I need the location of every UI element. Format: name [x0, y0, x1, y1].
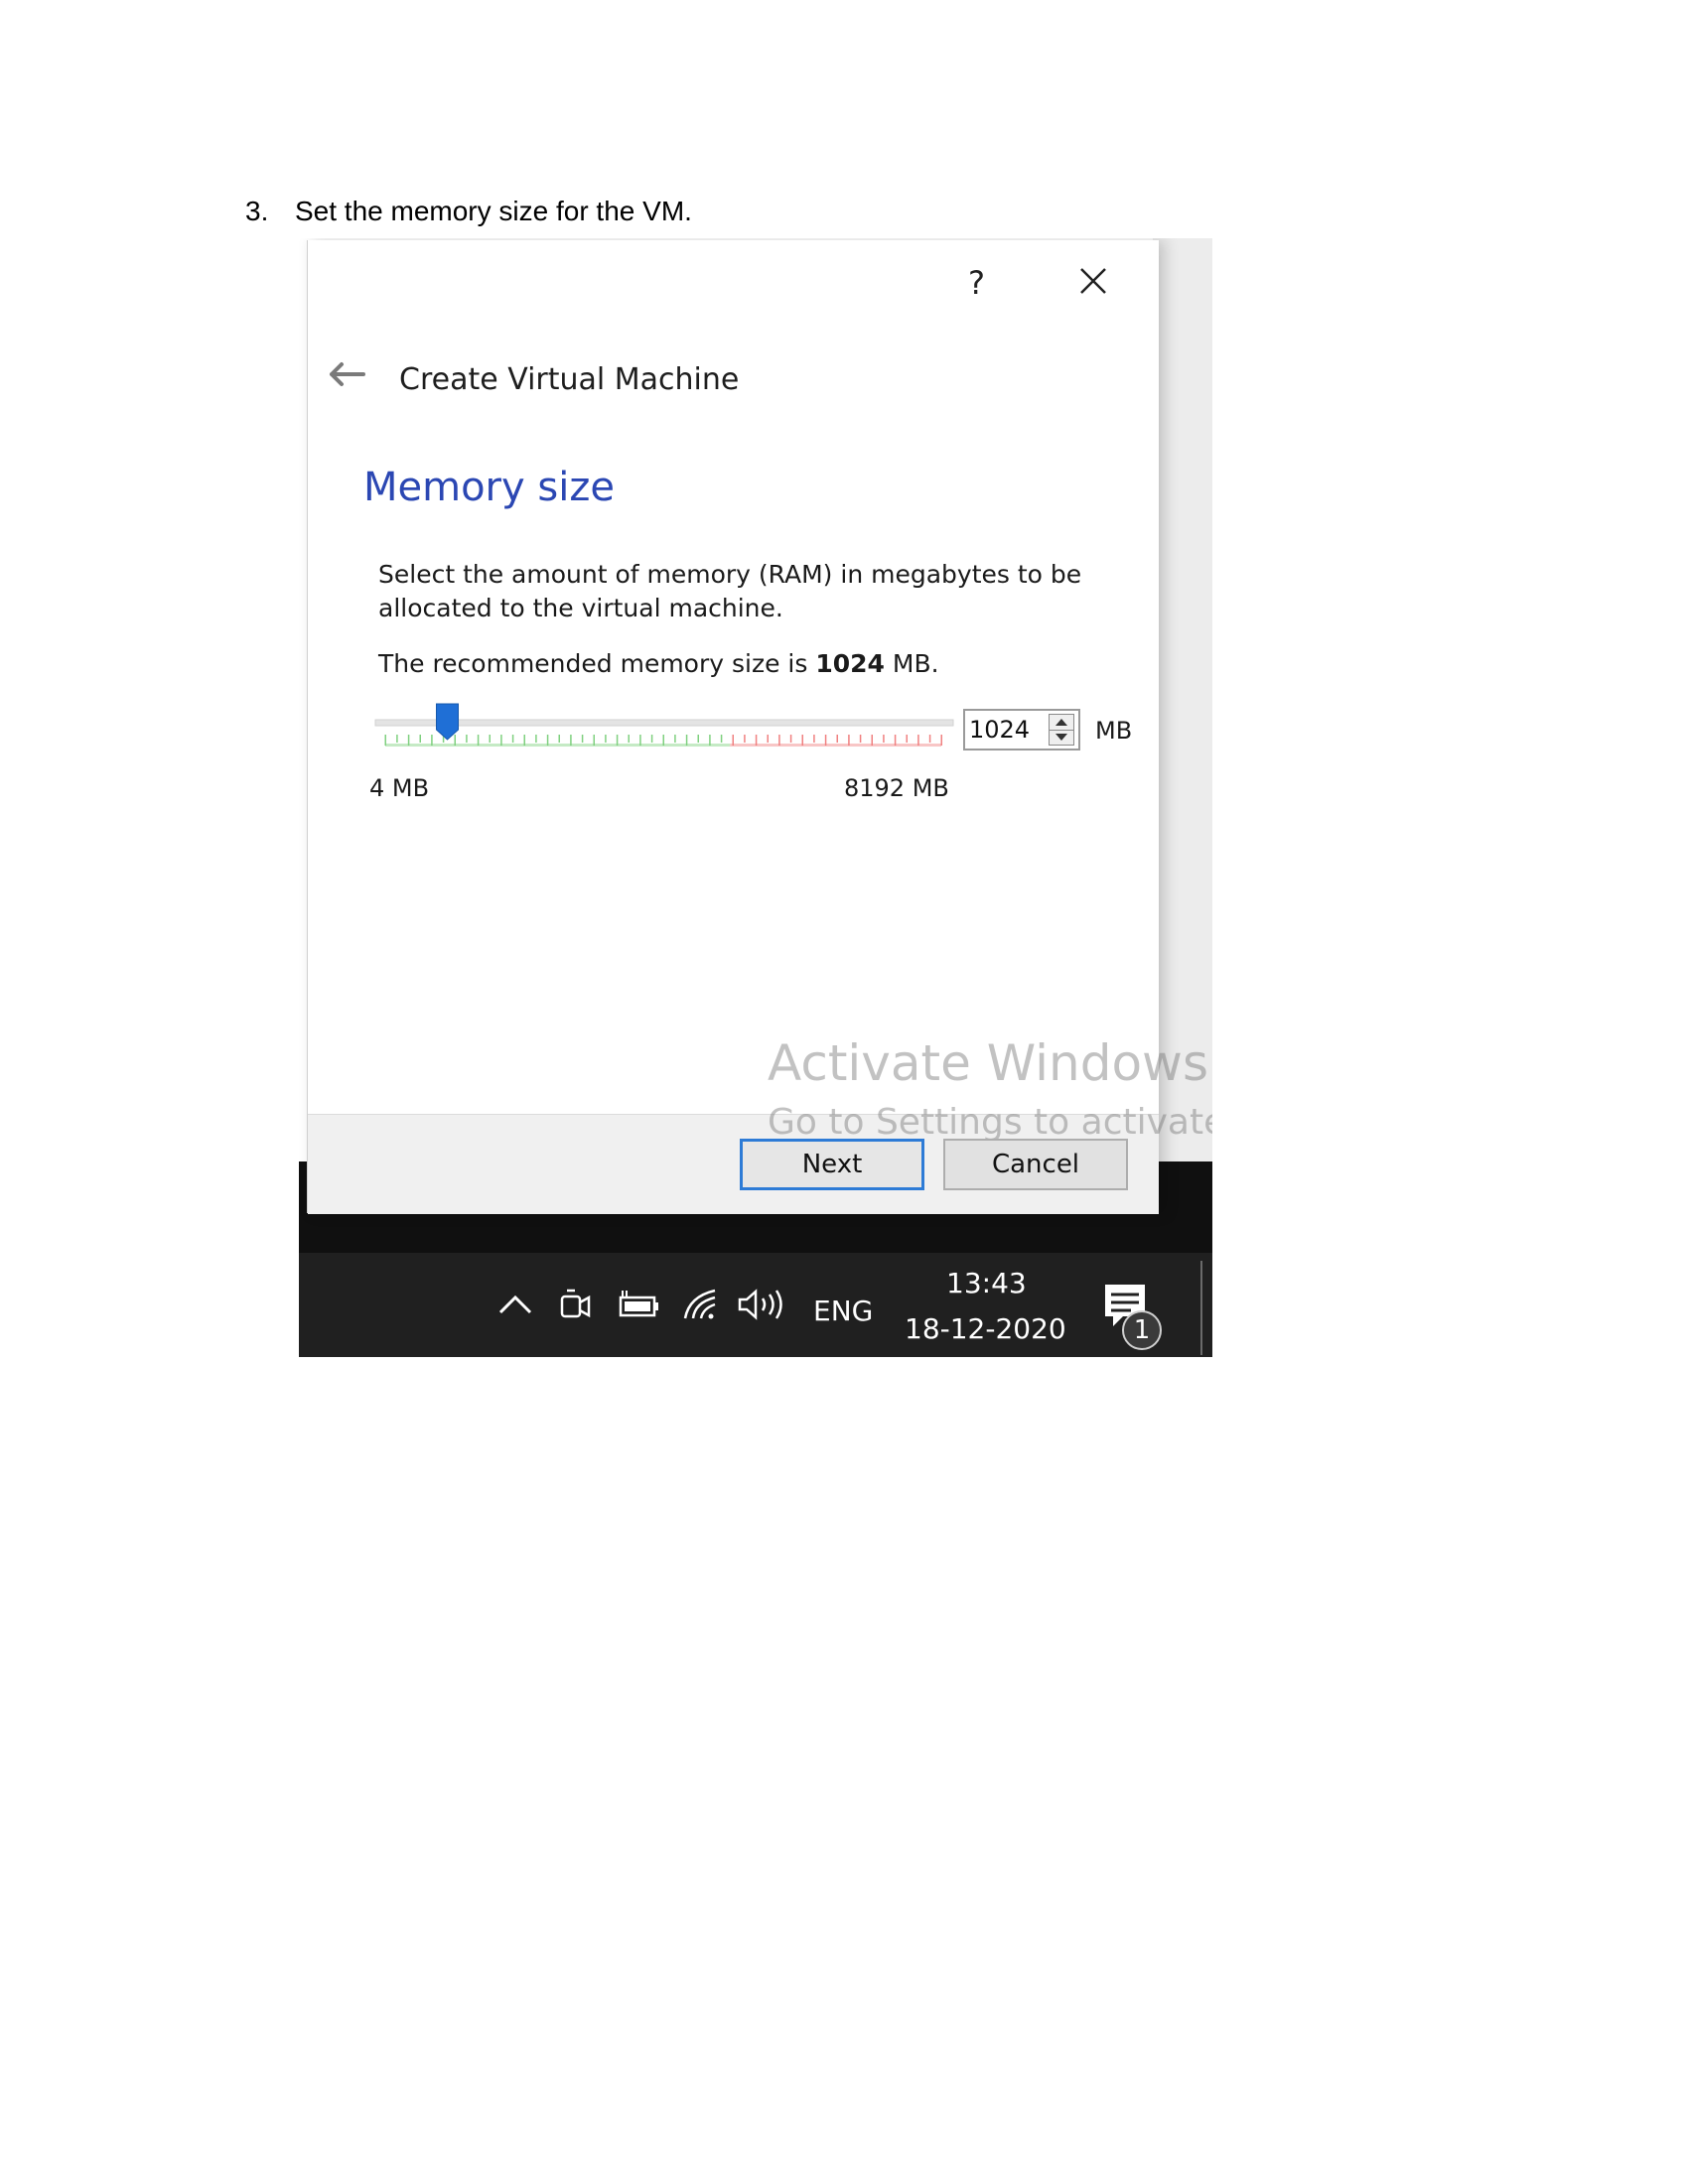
clock-time[interactable]: 13:43 — [946, 1267, 1027, 1299]
recommend-prefix: The recommended memory size is — [378, 649, 816, 678]
slider-green-band — [385, 744, 731, 747]
spin-down-icon[interactable] — [1050, 730, 1073, 745]
slider-tick — [558, 735, 560, 743]
close-icon[interactable] — [1078, 266, 1108, 296]
volume-icon[interactable] — [736, 1287, 785, 1322]
slider-tick — [466, 735, 468, 743]
slider-red-band — [730, 744, 941, 747]
slider-tick — [813, 735, 815, 743]
slider-tick — [859, 735, 862, 743]
section-title: Memory size — [363, 465, 615, 510]
background-window — [1153, 238, 1212, 1161]
cancel-button[interactable]: Cancel — [943, 1139, 1128, 1190]
recommended-size-text: The recommended memory size is 1024 MB. — [378, 649, 939, 678]
slider-track — [374, 719, 954, 727]
notification-badge: 1 — [1122, 1310, 1162, 1350]
slider-tick — [928, 735, 931, 743]
slider-tick — [697, 735, 699, 743]
watermark-title: Activate Windows — [768, 1034, 1208, 1092]
language-indicator[interactable]: ENG — [813, 1295, 873, 1327]
memory-slider[interactable] — [367, 702, 963, 761]
create-vm-dialog: ? Create Virtual Machine Memory size Sel… — [307, 240, 1212, 1214]
slider-tick — [628, 735, 630, 743]
recommend-suffix: MB. — [884, 649, 939, 678]
slider-tick — [511, 735, 514, 743]
screenshot: ? Create Virtual Machine Memory size Sel… — [299, 238, 1212, 1357]
memory-input[interactable] — [969, 714, 1045, 746]
slider-tick — [605, 735, 607, 743]
slider-max-label: 8192 MB — [844, 774, 949, 802]
slider-thumb[interactable] — [436, 703, 460, 741]
spin-up-icon[interactable] — [1050, 715, 1073, 731]
wifi-icon[interactable] — [681, 1287, 719, 1322]
help-button[interactable]: ? — [968, 264, 985, 302]
clock-date[interactable]: 18-12-2020 — [905, 1312, 1066, 1345]
slider-tick — [650, 735, 653, 743]
chevron-up-icon[interactable] — [497, 1293, 533, 1316]
step-instruction: 3. Set the memory size for the VM. — [245, 196, 692, 227]
description-text: Select the amount of memory (RAM) in meg… — [378, 560, 1082, 622]
slider-tick — [535, 735, 537, 743]
slider-tick — [883, 735, 885, 743]
step-number: 3. — [245, 196, 269, 226]
slider-tick — [489, 735, 491, 743]
slider-tick — [789, 735, 792, 743]
slider-tick — [836, 735, 838, 743]
taskbar: ENG 13:43 18-12-2020 1 — [299, 1253, 1212, 1357]
slider-tick — [906, 735, 908, 743]
memory-spinbox — [963, 709, 1080, 751]
meet-now-icon[interactable] — [559, 1285, 593, 1324]
slider-tick — [767, 735, 769, 743]
unit-label: MB — [1095, 717, 1133, 745]
show-desktop-divider[interactable] — [1200, 1261, 1202, 1355]
slider-tick — [674, 735, 676, 743]
slider-min-label: 4 MB — [369, 774, 430, 802]
back-arrow-icon[interactable] — [328, 361, 365, 387]
slider-tick — [581, 735, 584, 743]
battery-icon[interactable] — [617, 1289, 660, 1320]
slider-tick — [720, 735, 723, 743]
next-button[interactable]: Next — [740, 1139, 924, 1190]
recommend-value: 1024 — [815, 649, 885, 678]
slider-tick — [744, 735, 746, 743]
slider-tick — [419, 735, 421, 743]
dialog-title: Create Virtual Machine — [399, 362, 740, 397]
spin-buttons — [1049, 714, 1074, 746]
watermark-subtitle: Go to Settings to activate Windows. — [768, 1102, 1212, 1143]
slider-tick — [396, 735, 398, 743]
step-text: Set the memory size for the VM. — [295, 196, 692, 226]
